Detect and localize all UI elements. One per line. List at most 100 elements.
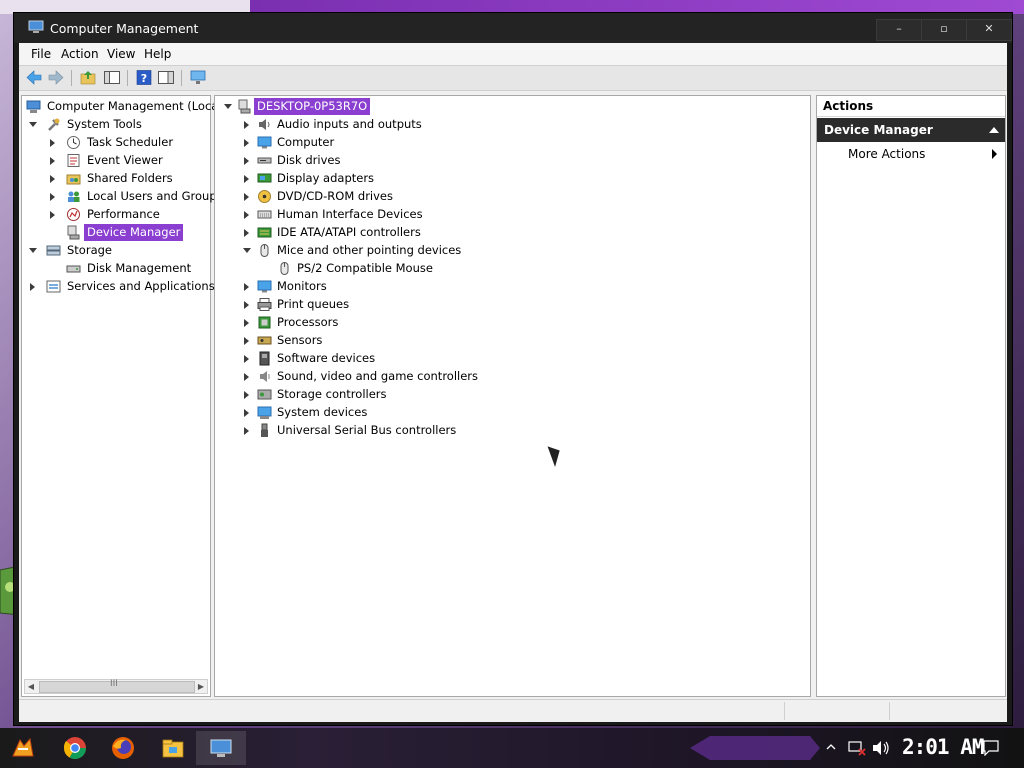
device-category[interactable]: Human Interface Devices [215, 206, 715, 223]
collapse-arrow-icon[interactable] [242, 242, 252, 259]
device-tree-root[interactable]: DESKTOP-0P53R7O [215, 98, 515, 115]
action-center-icon[interactable] [983, 740, 999, 756]
nav-tree-item[interactable]: Performance [22, 206, 210, 223]
maximize-button[interactable]: ▫ [921, 19, 967, 41]
title-bar[interactable]: Computer Management – ▫ ✕ [14, 13, 1012, 43]
window-client-area: File Action View Help ? Computer Managem… [19, 43, 1007, 722]
volume-icon[interactable] [872, 740, 890, 756]
scroll-right-arrow-icon[interactable]: ▶ [195, 680, 207, 693]
expand-arrow-icon[interactable] [48, 152, 58, 169]
minimize-button[interactable]: – [876, 19, 922, 41]
device-category[interactable]: System devices [215, 404, 715, 421]
menu-file[interactable]: File [31, 47, 51, 61]
monitor-properties-icon[interactable] [189, 69, 207, 86]
device-category[interactable]: Sensors [215, 332, 715, 349]
expand-arrow-icon[interactable] [242, 116, 252, 133]
horizontal-scrollbar[interactable]: ◀ III ▶ [24, 679, 208, 694]
device-label: IDE ATA/ATAPI controllers [277, 225, 421, 239]
device-category[interactable]: Universal Serial Bus controllers [215, 422, 715, 439]
more-actions-item[interactable]: More Actions [817, 144, 1005, 164]
up-folder-icon[interactable] [79, 69, 97, 86]
menu-action[interactable]: Action [61, 47, 99, 61]
collapse-arrow-icon[interactable] [28, 116, 38, 133]
expand-arrow-icon[interactable] [242, 404, 252, 421]
toolbar-separator [127, 70, 128, 86]
device-category[interactable]: Sound, video and game controllers [215, 368, 715, 385]
nav-tree-item[interactable]: Computer Management (Local) [22, 98, 226, 115]
device-category[interactable]: Computer [215, 134, 715, 151]
device-label: DVD/CD-ROM drives [277, 189, 393, 203]
device-category[interactable]: DVD/CD-ROM drives [215, 188, 715, 205]
expand-arrow-icon[interactable] [242, 134, 252, 151]
expand-arrow-icon[interactable] [242, 296, 252, 313]
device-category[interactable]: Monitors [215, 278, 715, 295]
computer-management-taskbar-icon[interactable] [208, 736, 234, 760]
device-category[interactable]: Display adapters [215, 170, 715, 187]
nav-tree-item[interactable]: Services and Applications [22, 278, 215, 295]
show-hide-tree-icon[interactable] [103, 69, 121, 86]
device-label: Monitors [277, 279, 327, 293]
menu-view[interactable]: View [107, 47, 135, 61]
expand-arrow-icon[interactable] [242, 314, 252, 331]
collapse-arrow-icon[interactable] [28, 242, 38, 259]
expand-arrow-icon[interactable] [242, 188, 252, 205]
show-hidden-icons-chevron-icon[interactable] [826, 742, 836, 752]
nav-tree-item[interactable]: Local Users and Groups [22, 188, 223, 205]
nav-tree-item[interactable]: Disk Management [22, 260, 210, 277]
expand-arrow-icon[interactable] [242, 170, 252, 187]
device-item[interactable]: PS/2 Compatible Mouse [215, 260, 715, 277]
expand-arrow-icon[interactable] [242, 224, 252, 241]
device-label: Storage controllers [277, 387, 387, 401]
show-action-pane-icon[interactable] [157, 69, 175, 86]
nav-tree-item[interactable]: Storage [22, 242, 210, 259]
close-button[interactable]: ✕ [966, 19, 1012, 41]
taskbar-clock[interactable]: 2:01 AM [902, 735, 985, 759]
device-category[interactable]: Storage controllers [215, 386, 715, 403]
expand-arrow-icon[interactable] [242, 152, 252, 169]
expand-arrow-icon[interactable] [48, 188, 58, 205]
collapse-up-arrow-icon[interactable] [989, 127, 999, 133]
file-explorer-icon[interactable] [160, 736, 186, 760]
expand-arrow-icon[interactable] [28, 278, 38, 295]
scroll-left-arrow-icon[interactable]: ◀ [25, 680, 37, 693]
expand-arrow-icon[interactable] [242, 368, 252, 385]
menu-help[interactable]: Help [144, 47, 171, 61]
nav-tree-label: Shared Folders [87, 171, 173, 185]
chrome-icon[interactable] [62, 736, 88, 760]
device-label: Software devices [277, 351, 376, 365]
firefox-icon[interactable] [110, 736, 136, 760]
expand-arrow-icon[interactable] [242, 422, 252, 439]
network-icon[interactable] [848, 740, 866, 756]
expand-arrow-icon[interactable] [48, 170, 58, 187]
nav-tree-item[interactable]: System Tools [22, 116, 210, 133]
monitor-icon [257, 135, 272, 150]
nav-tree-item[interactable]: Event Viewer [22, 152, 210, 169]
forward-arrow-icon[interactable] [47, 69, 65, 86]
nav-tree-label: Task Scheduler [87, 135, 174, 149]
device-label: Sound, video and game controllers [277, 369, 479, 383]
start-icon[interactable] [10, 736, 36, 760]
device-category[interactable]: Disk drives [215, 152, 715, 169]
nav-tree-item[interactable]: Device Manager [22, 224, 210, 241]
expand-arrow-icon[interactable] [242, 278, 252, 295]
back-arrow-icon[interactable] [25, 69, 43, 86]
device-category[interactable]: IDE ATA/ATAPI controllers [215, 224, 715, 241]
expand-arrow-icon[interactable] [48, 206, 58, 223]
device-category[interactable]: Audio inputs and outputs [215, 116, 715, 133]
expand-arrow-icon[interactable] [48, 134, 58, 151]
expand-arrow-icon[interactable] [242, 332, 252, 349]
help-icon[interactable]: ? [135, 69, 153, 86]
device-category[interactable]: Processors [215, 314, 715, 331]
actions-section-device-manager[interactable]: Device Manager [817, 118, 1005, 142]
device-category[interactable]: Mice and other pointing devices [215, 242, 715, 259]
expand-arrow-icon[interactable] [242, 350, 252, 367]
expand-arrow-icon[interactable] [242, 386, 252, 403]
expand-arrow-icon[interactable] [242, 206, 252, 223]
computer-management-window: Computer Management – ▫ ✕ File Action Vi… [14, 13, 1012, 725]
nav-tree-item[interactable]: Task Scheduler [22, 134, 210, 151]
device-category[interactable]: Software devices [215, 350, 715, 367]
nav-tree-item[interactable]: Shared Folders [22, 170, 210, 187]
collapse-arrow-icon[interactable] [223, 98, 233, 115]
device-category[interactable]: Print queues [215, 296, 715, 313]
scroll-thumb[interactable]: III [39, 679, 195, 693]
